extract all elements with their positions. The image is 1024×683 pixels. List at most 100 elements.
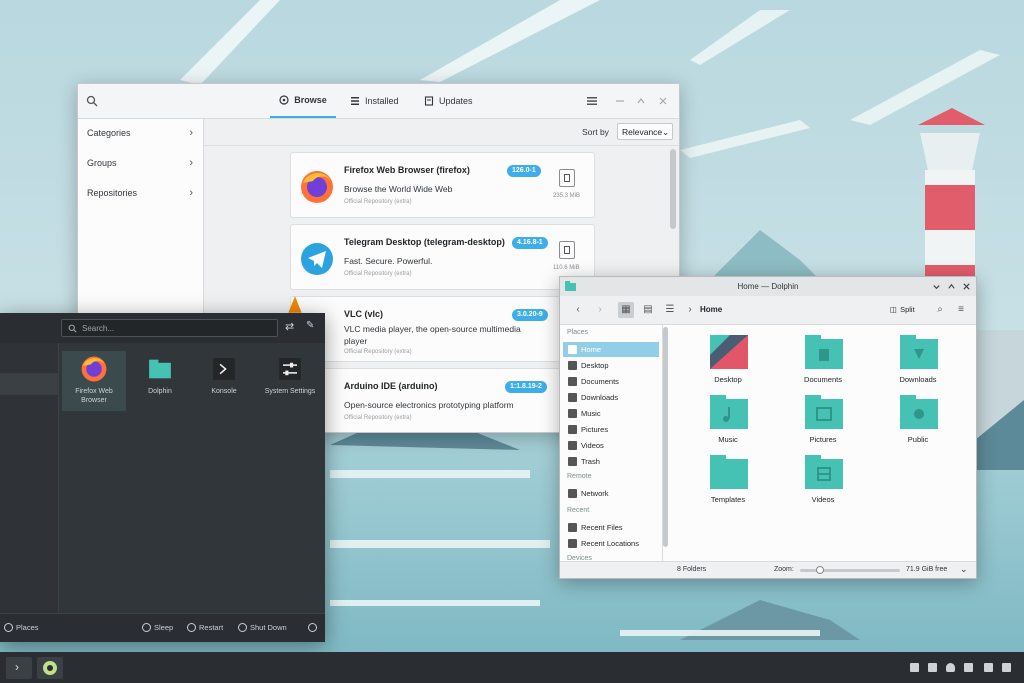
place-recent-locations[interactable]: Recent Locations bbox=[563, 536, 659, 551]
terminal-icon: › bbox=[15, 660, 19, 674]
folder-downloads[interactable]: Downloads bbox=[878, 335, 958, 391]
folder-documents[interactable]: Documents bbox=[783, 335, 863, 391]
chevron-down-icon: ⌄ bbox=[662, 127, 670, 137]
recent-files-icon bbox=[568, 523, 577, 532]
recent-heading: Recent bbox=[567, 507, 590, 514]
places-button[interactable]: Places bbox=[4, 623, 39, 632]
split-label: Split bbox=[900, 305, 915, 314]
launcher-app-konsole[interactable]: Konsole bbox=[192, 351, 256, 411]
sort-label: Sort by bbox=[582, 127, 609, 137]
compact-view-button[interactable]: ▤ bbox=[640, 302, 656, 318]
launcher-app-system-settings[interactable]: System Settings bbox=[258, 351, 322, 411]
install-button[interactable] bbox=[559, 241, 575, 259]
shutdown-label: Shut Down bbox=[250, 623, 287, 632]
place-music[interactable]: Music bbox=[563, 406, 659, 421]
restart-button[interactable]: Restart bbox=[187, 623, 223, 632]
app-name: Telegram Desktop (telegram-desktop) bbox=[344, 237, 505, 247]
place-pictures[interactable]: Pictures bbox=[563, 422, 659, 437]
status-bar: 8 Folders Zoom: 71.9 GiB free ⌄ bbox=[560, 561, 976, 578]
back-button[interactable]: ‹ bbox=[570, 302, 586, 318]
launcher-search-field[interactable]: Search... bbox=[61, 319, 278, 337]
tab-installed[interactable]: Installed bbox=[350, 84, 399, 118]
install-button[interactable] bbox=[559, 169, 575, 187]
documents-icon bbox=[568, 377, 577, 386]
taskbar-konsole[interactable]: › bbox=[6, 657, 32, 679]
pin-icon[interactable]: ✎ bbox=[306, 320, 314, 331]
tray-battery-icon[interactable] bbox=[984, 663, 993, 672]
search-icon[interactable] bbox=[86, 95, 98, 107]
app-card-firefox[interactable]: Firefox Web Browser (firefox) Browse the… bbox=[290, 152, 595, 218]
app-card-telegram[interactable]: Telegram Desktop (telegram-desktop) Fast… bbox=[290, 224, 595, 290]
split-button[interactable]: ◫ Split bbox=[890, 305, 915, 314]
shutdown-button[interactable]: Shut Down bbox=[238, 623, 287, 632]
tray-shield-icon[interactable] bbox=[946, 663, 955, 672]
sidebar-item-categories[interactable]: Categories › bbox=[78, 119, 203, 147]
remote-heading: Remote bbox=[567, 473, 592, 480]
music-folder-icon bbox=[710, 395, 748, 429]
list-icon bbox=[351, 97, 359, 105]
app-label: System Settings bbox=[264, 388, 316, 395]
folder-public[interactable]: Public bbox=[878, 395, 958, 451]
tray-clipboard-icon[interactable] bbox=[910, 663, 919, 672]
places-scrollbar[interactable] bbox=[663, 327, 668, 547]
more-options-button[interactable] bbox=[308, 623, 317, 632]
tray-network-icon[interactable] bbox=[964, 663, 973, 672]
tray-folder-icon[interactable] bbox=[928, 663, 937, 672]
folder-music[interactable]: Music bbox=[688, 395, 768, 451]
place-recent-files[interactable]: Recent Files bbox=[563, 520, 659, 535]
minimize-icon[interactable] bbox=[932, 282, 941, 291]
file-view: Desktop Documents Downloads Music Pictur… bbox=[670, 325, 976, 561]
icons-view-button[interactable]: ▦ bbox=[618, 302, 634, 318]
tab-browse[interactable]: Browse bbox=[270, 84, 336, 118]
app-card-vlc[interactable]: VLC (vlc) VLC media player, the open-sou… bbox=[288, 296, 595, 362]
chevron-down-icon[interactable]: ⌄ bbox=[960, 564, 968, 575]
sleep-button[interactable]: Sleep bbox=[142, 623, 173, 632]
launcher-app-dolphin[interactable]: Dolphin bbox=[128, 351, 192, 411]
app-label: Firefox Web Browser bbox=[75, 388, 113, 404]
maximize-icon[interactable] bbox=[947, 282, 956, 291]
launcher-app-firefox[interactable]: Firefox Web Browser bbox=[62, 351, 126, 411]
sidebar-item-repositories[interactable]: Repositories › bbox=[78, 179, 203, 207]
place-documents[interactable]: Documents bbox=[563, 374, 659, 389]
folder-videos[interactable]: Videos bbox=[783, 455, 863, 511]
maximize-icon[interactable] bbox=[636, 96, 646, 106]
music-icon bbox=[568, 409, 577, 418]
tab-updates[interactable]: Updates bbox=[424, 84, 473, 118]
place-label: Recent Files bbox=[581, 523, 623, 532]
zoom-slider-handle[interactable] bbox=[816, 566, 824, 574]
details-view-button[interactable]: ☰ bbox=[662, 302, 678, 318]
sidebar-item-groups[interactable]: Groups › bbox=[78, 149, 203, 177]
launcher-icon bbox=[43, 661, 57, 675]
hamburger-menu-icon[interactable] bbox=[587, 96, 597, 106]
home-icon bbox=[568, 345, 577, 354]
forward-button[interactable]: › bbox=[592, 302, 608, 318]
place-network[interactable]: Network bbox=[563, 486, 659, 501]
app-card-arduino[interactable]: Arduino IDE (arduino) Open-source electr… bbox=[286, 368, 595, 432]
update-icon bbox=[424, 96, 434, 106]
search-icon[interactable]: ⌕ bbox=[932, 302, 948, 318]
sort-select[interactable]: Relevance ⌄ bbox=[617, 123, 673, 140]
place-home[interactable]: Home bbox=[563, 342, 659, 357]
zoom-label: Zoom: bbox=[774, 566, 794, 573]
close-icon[interactable] bbox=[658, 96, 668, 106]
scrollbar[interactable] bbox=[670, 149, 676, 229]
place-downloads[interactable]: Downloads bbox=[563, 390, 659, 405]
hamburger-menu-icon[interactable]: ≡ bbox=[953, 302, 969, 318]
close-icon[interactable] bbox=[962, 282, 971, 291]
recent-locations-icon bbox=[568, 539, 577, 548]
folder-templates[interactable]: Templates bbox=[688, 455, 768, 511]
tray-volume-icon[interactable] bbox=[1002, 663, 1011, 672]
title-bar[interactable]: Home — Dolphin bbox=[560, 277, 976, 296]
place-trash[interactable]: Trash bbox=[563, 454, 659, 469]
place-desktop[interactable]: Desktop bbox=[563, 358, 659, 373]
configure-icon[interactable]: ⇄ bbox=[285, 320, 294, 333]
folder-pictures[interactable]: Pictures bbox=[783, 395, 863, 451]
location-breadcrumb[interactable]: Home bbox=[700, 305, 722, 314]
category-selected[interactable] bbox=[0, 373, 58, 395]
folder-desktop[interactable]: Desktop bbox=[688, 335, 768, 391]
place-videos[interactable]: Videos bbox=[563, 438, 659, 453]
version-badge: 3.0.20-9 bbox=[512, 309, 548, 321]
zoom-slider[interactable] bbox=[800, 566, 900, 574]
minimize-icon[interactable] bbox=[615, 96, 625, 106]
taskbar-app-launcher[interactable] bbox=[37, 657, 63, 679]
